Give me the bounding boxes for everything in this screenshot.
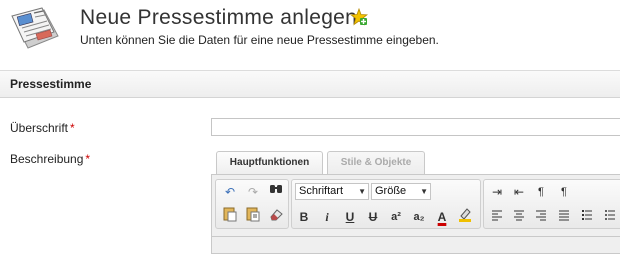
find-icon[interactable]	[266, 182, 286, 202]
subscript-button[interactable]: a₂	[409, 207, 429, 227]
beschreibung-label-text: Beschreibung	[10, 152, 84, 166]
align-left-icon[interactable]	[487, 207, 507, 227]
page-subtitle: Unten können Sie die Daten für eine neue…	[80, 33, 439, 47]
font-size-select[interactable]: Größe ▼	[371, 183, 431, 200]
newspaper-icon	[11, 7, 59, 49]
align-center-icon[interactable]	[509, 207, 529, 227]
align-justify-icon[interactable]	[554, 207, 574, 227]
font-family-value: Schriftart	[299, 185, 344, 197]
ueberschrift-label: Überschrift *	[10, 121, 75, 135]
chevron-down-icon: ▼	[358, 187, 366, 196]
ltr-icon[interactable]: ¶	[531, 182, 551, 202]
font-size-value: Größe	[375, 185, 407, 197]
ueberschrift-input[interactable]	[211, 118, 620, 136]
indent-icon[interactable]: ⇥	[487, 182, 507, 202]
rich-text-editor: ↶ ↷ Schriftart ▼ Größe ▼ B i U U a² a₂ A	[211, 174, 620, 254]
bold-button[interactable]: B	[294, 207, 314, 227]
toolbar-group-history: ↶ ↷	[215, 179, 289, 229]
toolbar-group-format: Schriftart ▼ Größe ▼ B i U U a² a₂ A	[291, 179, 481, 229]
editor-content-area[interactable]	[211, 236, 620, 237]
ueberschrift-label-text: Überschrift	[10, 121, 69, 135]
align-right-icon[interactable]	[531, 207, 551, 227]
section-header: Pressestimme	[0, 71, 620, 98]
beschreibung-label: Beschreibung *	[10, 152, 90, 166]
chevron-down-icon: ▼	[420, 187, 428, 196]
italic-button[interactable]: i	[317, 207, 337, 227]
text-color-button[interactable]: A	[432, 207, 452, 227]
page-header: Neue Pressestimme anlegen Unten können S…	[0, 0, 620, 58]
superscript-button[interactable]: a²	[386, 207, 406, 227]
paste-text-icon[interactable]	[243, 206, 263, 226]
highlight-color-icon[interactable]	[455, 207, 475, 227]
required-marker: *	[70, 121, 75, 135]
font-family-select[interactable]: Schriftart ▼	[295, 183, 369, 200]
required-marker: *	[85, 152, 91, 166]
add-star-icon	[350, 8, 368, 26]
tab-hauptfunktionen[interactable]: Hauptfunktionen	[216, 151, 323, 175]
outdent-icon[interactable]: ⇤	[509, 182, 529, 202]
unordered-list-icon[interactable]	[600, 207, 620, 227]
toolbar-group-paragraph: ⇥ ⇤ ¶ ¶	[483, 179, 620, 229]
rtl-icon[interactable]: ¶	[554, 182, 574, 202]
underline-button[interactable]: U	[340, 207, 360, 227]
redo-icon[interactable]: ↷	[243, 182, 263, 202]
ordered-list-icon[interactable]	[577, 207, 597, 227]
tab-stile-objekte[interactable]: Stile & Objekte	[327, 151, 425, 175]
strikethrough-button[interactable]: U	[363, 207, 383, 227]
page-title: Neue Pressestimme anlegen	[80, 6, 358, 29]
undo-icon[interactable]: ↶	[220, 182, 240, 202]
eraser-icon[interactable]	[266, 206, 286, 226]
section-title: Pressestimme	[10, 77, 92, 91]
paste-icon[interactable]	[220, 206, 240, 226]
